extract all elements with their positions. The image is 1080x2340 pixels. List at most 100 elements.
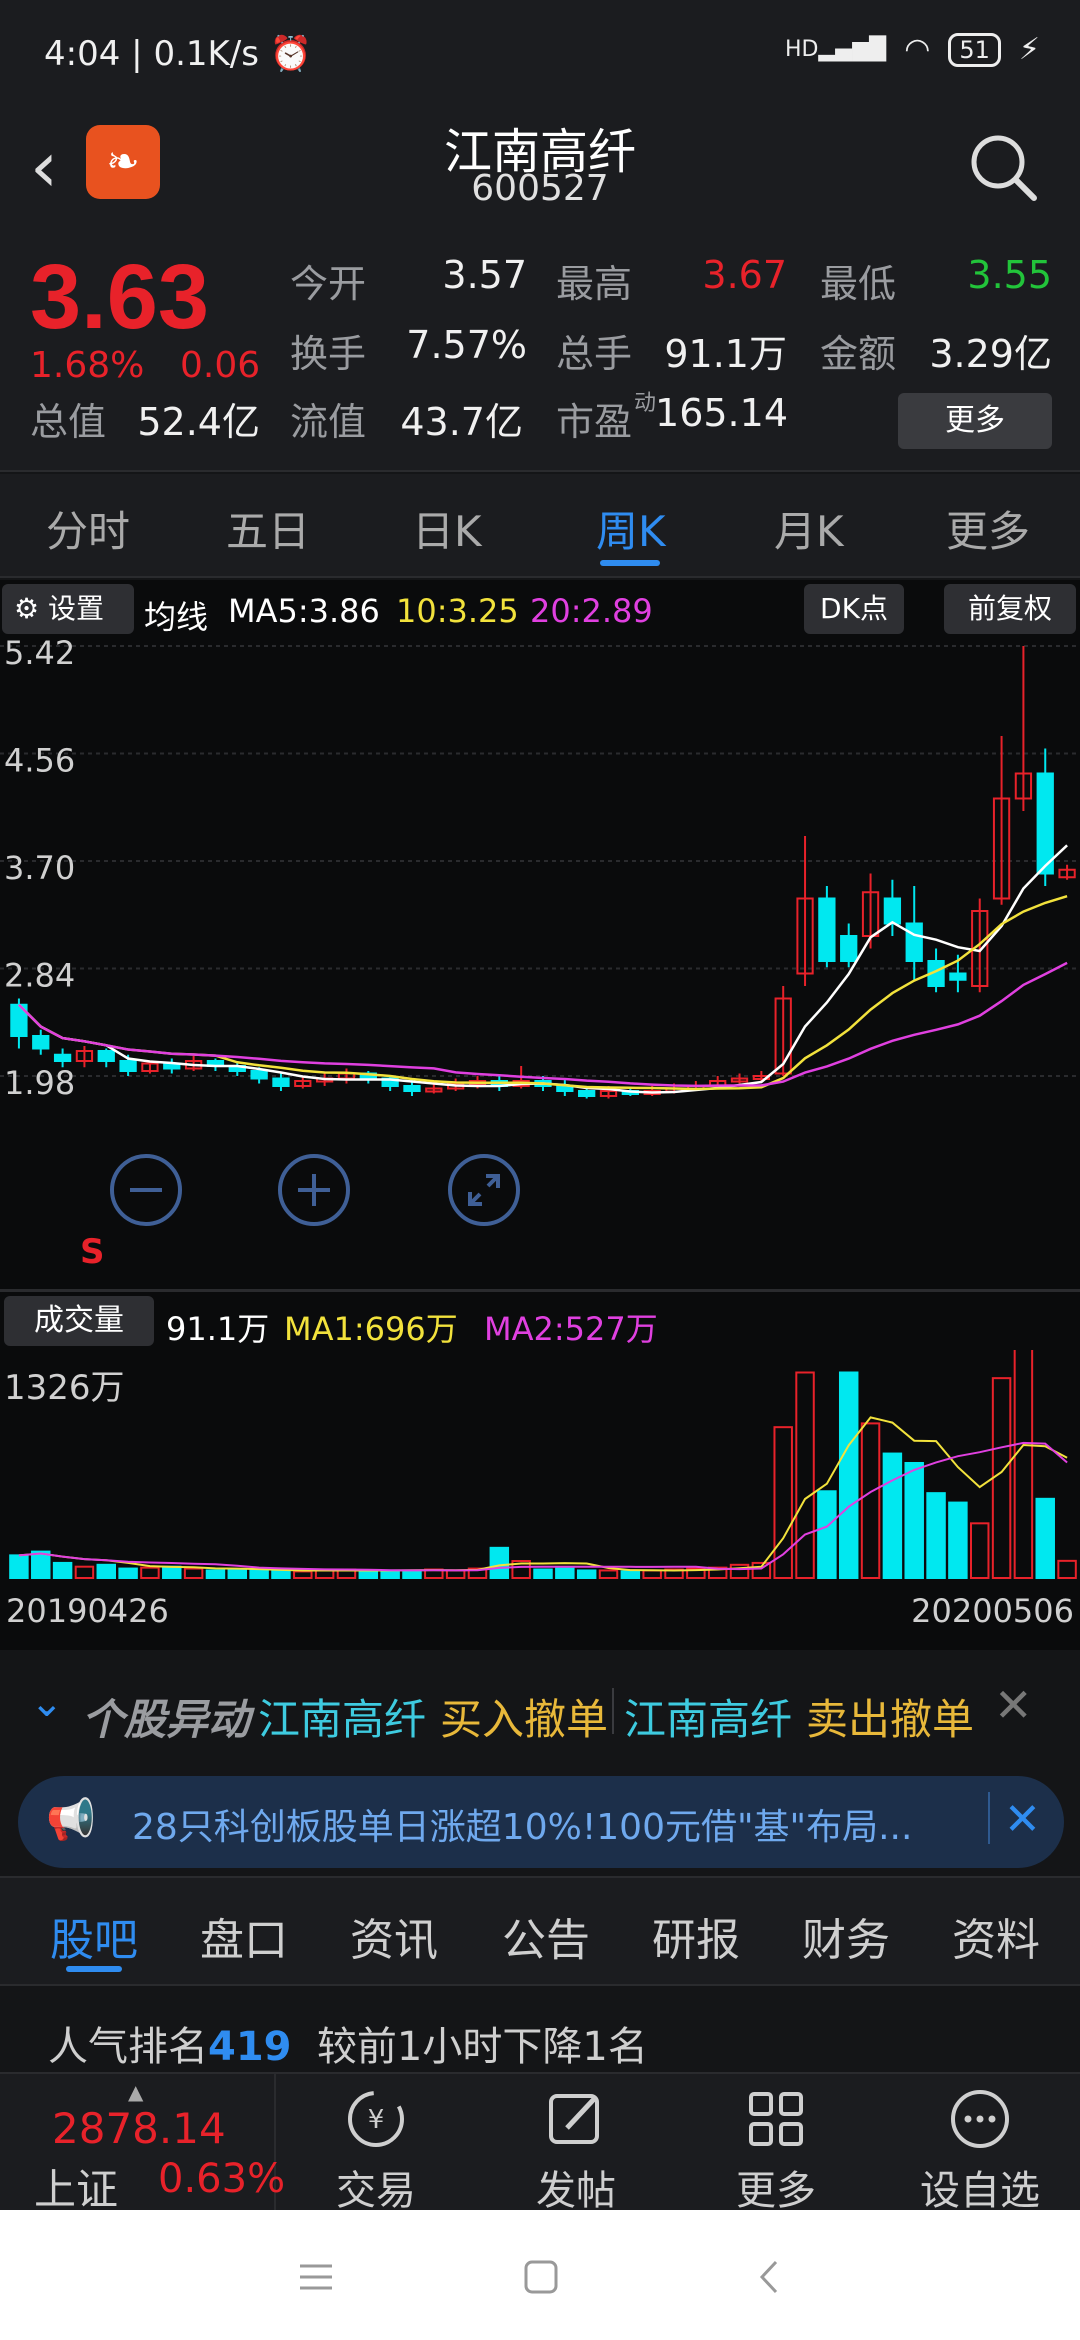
adjust-button[interactable]: 前复权 [944, 584, 1076, 634]
index-percent: 0.63% [158, 2156, 286, 2202]
index-widget[interactable]: ▲ 2878.14 上证 0.63% [0, 2074, 285, 2214]
volume-bar [183, 1567, 204, 1580]
ma-label: 均线 [144, 598, 209, 636]
volume-bar [314, 1569, 335, 1579]
candle-body [840, 935, 858, 962]
fullscreen-icon[interactable] [446, 1152, 522, 1228]
candle-body [250, 1070, 268, 1080]
volume-bar [96, 1563, 116, 1580]
status-bar: 4:04 | 0.1K/s ⏰ HD▂▄▆█ ◠ 51 ⚡ [0, 0, 1080, 110]
nav-trade[interactable]: ¥ 交易 [306, 2084, 446, 2214]
close-icon[interactable]: ✕ [994, 1678, 1033, 1732]
close-banner-icon[interactable]: ✕ [1004, 1794, 1041, 1845]
volume-bar [227, 1568, 248, 1579]
volume-bar [52, 1561, 73, 1580]
sub-tab-1[interactable]: 盘口 [200, 1904, 288, 1968]
nav-trade-label: 交易 [336, 2168, 416, 2214]
volume-bar [555, 1567, 575, 1580]
current-price: 3.63 [30, 246, 210, 348]
stock-header: ‹ ❧ 江南高纤 600527 [0, 110, 1080, 235]
more-dots-icon [951, 2090, 1009, 2148]
volume-bar [271, 1569, 291, 1579]
ma5-value: MA5:3.86 [228, 592, 380, 630]
alert-name-1: 江南高纤 [258, 1695, 427, 1744]
quote-label-sup: 动 [634, 391, 657, 416]
volume-bar [642, 1569, 662, 1579]
volume-bar [1035, 1497, 1055, 1579]
volume-button[interactable]: 成交量 [4, 1296, 154, 1346]
volume-bar [817, 1490, 837, 1580]
nav-watchlist[interactable]: 设自选 [910, 2084, 1050, 2214]
volume-bar [358, 1569, 379, 1579]
kline-chart[interactable]: 5.42 4.56 3.70 2.84 1.98 S 成交量 91.1万 MA1:696… [0, 640, 1080, 1650]
quote-label: 最低 [820, 262, 897, 306]
tab-underline [600, 560, 660, 566]
quote-value: 43.7亿 [400, 400, 523, 444]
volume-bar [74, 1565, 95, 1580]
back-nav-icon[interactable] [754, 2258, 784, 2296]
change-percent: 1.68% [30, 345, 145, 386]
megaphone-icon: 📢 [46, 1797, 96, 1843]
tab-1[interactable]: 五日 [226, 498, 310, 559]
popularity-rank: 419 [208, 2024, 292, 2070]
nav-post[interactable]: 发帖 [506, 2084, 646, 2214]
sub-tab-5[interactable]: 财务 [802, 1904, 890, 1968]
volume-bar [380, 1569, 400, 1579]
search-icon[interactable] [964, 128, 1044, 208]
sub-tab-6[interactable]: 资料 [952, 1904, 1040, 1968]
stock-alert[interactable]: ⌄ 个股异动 江南高纤 买入撤单 江南高纤 卖出撤单 ✕ [0, 1650, 1080, 1770]
battery-icon: 51 [948, 32, 1001, 67]
dk-button[interactable]: DK点 [804, 584, 904, 634]
candle-body [403, 1085, 421, 1092]
news-banner[interactable]: 📢 28只科创板股单日涨超10%!100元借"基"布局... ✕ [18, 1776, 1064, 1868]
divider [988, 1792, 990, 1844]
tab-0[interactable]: 分时 [46, 498, 130, 559]
tab-3[interactable]: 周K [596, 498, 666, 559]
popularity-row[interactable]: 人气排名419 较前1小时下降1名 [0, 1984, 1080, 2070]
volume-bar [402, 1569, 422, 1579]
volume-max-label: 1326万 [4, 1368, 125, 1408]
volume-bar [489, 1546, 510, 1580]
tab-5[interactable]: 更多 [946, 498, 1030, 559]
home-icon[interactable] [522, 2258, 560, 2296]
candle-body [1036, 772, 1054, 875]
zoom-out-icon[interactable] [108, 1152, 184, 1228]
change-amount: 0.06 [180, 345, 261, 386]
ma20-value: 20:2.89 [530, 592, 653, 630]
quote-label: 金额 [820, 332, 897, 376]
volume-ma1: MA1:696万 [284, 1310, 458, 1348]
volume-bar [533, 1568, 553, 1579]
quote-value: 3.29亿 [929, 332, 1052, 376]
menu-icon[interactable] [296, 2260, 336, 2294]
grid-icon [749, 2092, 803, 2146]
alert-name-2: 江南高纤 [624, 1695, 793, 1744]
status-time: 4:04 | 0.1K/s ⏰ [44, 34, 313, 74]
more-button[interactable]: 更多 [898, 393, 1052, 449]
volume-bar [249, 1569, 269, 1579]
quote-value: 91.1万 [664, 332, 787, 376]
candle-body [949, 972, 967, 981]
volume-bar [838, 1371, 859, 1580]
candle-body [818, 897, 836, 962]
sub-tab-4[interactable]: 研报 [652, 1904, 740, 1968]
tab-2[interactable]: 日K [412, 498, 482, 559]
chevron-down-icon[interactable]: ⌄ [30, 1680, 64, 1726]
quote-value: 52.4亿 [137, 400, 260, 444]
settings-button[interactable]: ⚙ 设置 [2, 584, 134, 634]
volume-bar [9, 1554, 29, 1579]
zoom-in-icon[interactable] [276, 1152, 352, 1228]
divider [612, 1688, 614, 1734]
wifi-icon: ◠ [904, 32, 931, 67]
alert-action-1: 买入撤单 [440, 1695, 609, 1744]
sub-tab-3[interactable]: 公告 [502, 1904, 590, 1968]
tab-4[interactable]: 月K [774, 498, 844, 559]
volume-bar [293, 1570, 313, 1579]
nav-more[interactable]: 更多 [706, 2084, 846, 2214]
svg-text:¥: ¥ [368, 2105, 385, 2135]
sub-tab-2[interactable]: 资讯 [350, 1904, 438, 1968]
sub-tab-0[interactable]: 股吧 [50, 1904, 138, 1968]
quote-value: 165.14 [655, 391, 788, 435]
quote-label: 换手 [290, 332, 367, 376]
y-tick-label: 4.56 [4, 742, 75, 780]
volume-bar [1057, 1559, 1077, 1580]
